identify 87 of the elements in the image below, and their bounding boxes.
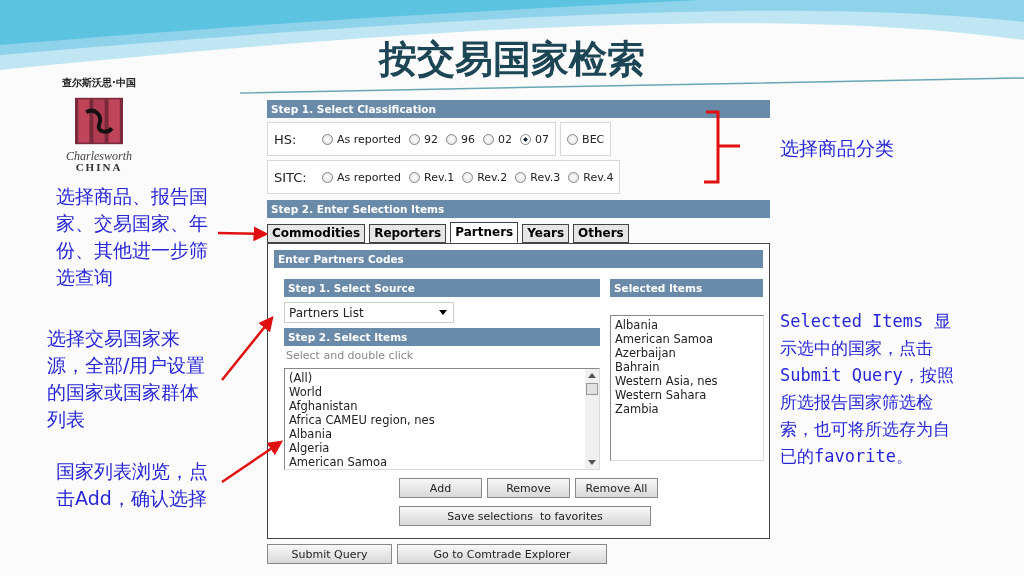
save-favorites-button[interactable]: Save selections to favorites (399, 506, 651, 526)
list-item[interactable]: Afghanistan (289, 399, 581, 413)
radio-button[interactable] (515, 171, 527, 183)
group-label: HS: (274, 131, 298, 147)
radio-option[interactable]: Rev.1 (409, 170, 455, 184)
radio-label: Rev.4 (583, 170, 614, 184)
tab[interactable]: Partners (450, 222, 519, 243)
scroll-down-icon (588, 460, 596, 465)
arrow-drawing (221, 316, 274, 381)
radio-option[interactable]: As reported (322, 132, 402, 146)
radio-option[interactable]: Rev.4 (568, 170, 614, 184)
section-header: Step 2. Enter Selection Items (267, 200, 770, 218)
radio-label: BEC (582, 132, 605, 146)
section-header: Step 1. Select Source (284, 279, 600, 297)
radio-option[interactable]: 92 (409, 132, 439, 146)
list-item[interactable]: World (289, 385, 581, 399)
annotation-text: Selected Items 显示选中的国家，点击Submit Query，按照所选报告国家筛选检索，也可将所选存为自已的favorite。 (780, 310, 955, 468)
radio-option[interactable]: 07 (520, 132, 550, 146)
action-button[interactable]: Go to Comtrade Explorer (397, 544, 607, 564)
radio-button[interactable] (409, 171, 421, 183)
section-header: Step 2. Select Items (284, 328, 600, 346)
list-item[interactable]: Western Asia, nes (615, 374, 759, 388)
arrow-drawing (221, 440, 284, 484)
list-item[interactable]: Zambia (615, 402, 759, 416)
radio-button[interactable] (409, 133, 421, 145)
source-dropdown[interactable]: Partners List (284, 302, 454, 323)
action-button[interactable]: Submit Query (267, 544, 392, 564)
list-item[interactable]: Western Sahara (615, 388, 759, 402)
radio-button[interactable] (568, 171, 580, 183)
caret-icon (439, 310, 447, 315)
radio-label: As reported (337, 170, 402, 184)
radio-option[interactable]: 02 (483, 132, 513, 146)
radio-label: 07 (535, 132, 550, 146)
annotation-text: 选择商品、报告国家、交易国家、年份、其他进一步筛选查询 (56, 184, 209, 290)
list-button[interactable]: Remove All (575, 478, 658, 498)
slide-title: 按交易国家检索 (379, 36, 645, 83)
logo-country: CHINA (75, 162, 123, 173)
radio-button[interactable] (322, 133, 333, 145)
section-header: Step 1. Select Classification (267, 100, 770, 118)
annotation-text: 国家列表浏览，点击Add，确认选择 (56, 459, 209, 511)
radio-button[interactable] (462, 171, 474, 183)
selected-list[interactable]: Albania American Samoa Azerbaijan Bahrain Western Asia, nes Western Sahara Zambia (610, 315, 764, 461)
scroll-up-icon (588, 373, 596, 378)
list-item[interactable]: Algeria (289, 441, 581, 455)
radio-option[interactable]: BEC (567, 132, 605, 146)
tab[interactable]: Reporters (369, 224, 447, 243)
scrollbar[interactable] (585, 369, 599, 469)
radio-option[interactable]: Rev.3 (515, 170, 561, 184)
radio-button[interactable] (483, 133, 495, 145)
radio-button[interactable] (567, 133, 579, 145)
list-item[interactable]: American Samoa (289, 455, 581, 469)
radio-option[interactable]: 96 (446, 132, 476, 146)
country-list[interactable]: (All) World Afghanistan Africa CAMEU region, nes Albania Algeria American Samoa (284, 368, 600, 470)
radio-label: 02 (498, 132, 513, 146)
list-item[interactable]: Albania (615, 318, 759, 332)
panel-header: Enter Partners Codes (274, 250, 763, 268)
radio-option[interactable]: As reported (322, 170, 402, 184)
list-button[interactable]: Remove (487, 478, 570, 498)
hint-text: Select and double click (286, 349, 415, 362)
logo-name: Charlesworth (66, 150, 132, 162)
radio-label: Rev.3 (530, 170, 561, 184)
radio-label: As reported (337, 132, 402, 146)
scroll-thumb[interactable] (586, 383, 598, 395)
radio-button[interactable] (446, 133, 458, 145)
tab[interactable]: Years (522, 224, 570, 243)
list-item[interactable]: Azerbaijan (615, 346, 759, 360)
list-item[interactable]: Albania (289, 427, 581, 441)
list-button[interactable]: Add (399, 478, 482, 498)
radio-button[interactable] (322, 171, 333, 183)
list-item[interactable]: Africa CAMEU region, nes (289, 413, 581, 427)
list-item[interactable]: (All) (289, 371, 581, 385)
annotation-text: 选择交易国家来源，全部/用户设置的国家或国家群体列表 (47, 326, 207, 432)
radio-label: 92 (424, 132, 439, 146)
group-label: SITC: (274, 169, 306, 185)
section-header: Selected Items (610, 279, 763, 297)
tab[interactable]: Others (573, 224, 629, 243)
radio-label: 96 (461, 132, 476, 146)
radio-label: Rev.1 (424, 170, 455, 184)
list-item[interactable]: American Samoa (615, 332, 759, 346)
tab[interactable]: Commodities (267, 224, 366, 243)
radio-button[interactable] (520, 133, 532, 145)
arrow-drawing (217, 226, 269, 242)
logo-tagline: 查尔斯沃思·中国 (62, 76, 136, 90)
list-item[interactable]: Bahrain (615, 360, 759, 374)
annotation-text: 选择商品分类 (780, 136, 895, 161)
radio-option[interactable]: Rev.2 (462, 170, 508, 184)
radio-label: Rev.2 (477, 170, 508, 184)
